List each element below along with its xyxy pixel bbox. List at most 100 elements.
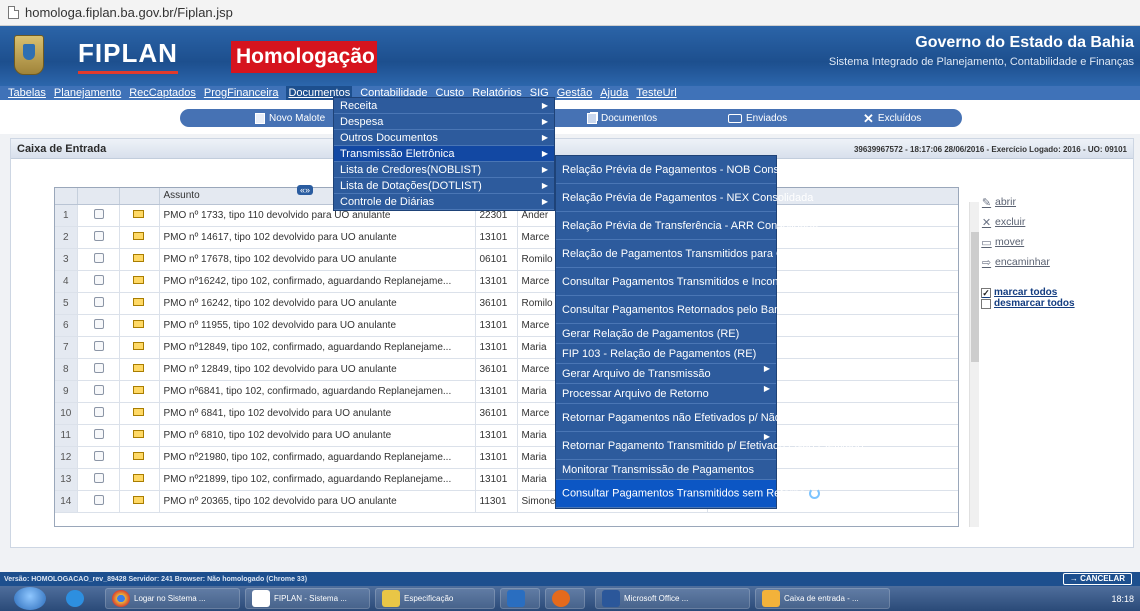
session-info: 39639967572 - 18:17:06 28/06/2016 - Exer…	[853, 145, 1127, 154]
row-uo: 13101	[475, 314, 518, 337]
clock[interactable]: 18:18	[1111, 594, 1134, 604]
submenu-item-inconsistencias[interactable]: Consultar Pagamentos Transmitidos e Inco…	[556, 268, 827, 296]
menu-testeurl[interactable]: TesteUrl	[636, 86, 676, 100]
table-row[interactable]: 5 PMO nº 16242, tipo 102 devolvido para U…	[55, 292, 958, 315]
checkbox-cell[interactable]	[77, 314, 120, 337]
menu-tabelas[interactable]: Tabelas	[8, 86, 46, 100]
row-checkbox[interactable]	[93, 208, 104, 219]
table-row[interactable]: 14 PMO nº 20365, tipo 102 devolvido para …	[55, 490, 958, 513]
submenu-item-retornar-nao-efetivados[interactable]: Retornar Pagamentos não Efetivados p/ Nã…	[556, 404, 841, 432]
table-row[interactable]: 7 PMO nº12849, tipo 102, confirmado, agua…	[55, 336, 958, 359]
menu-planejamento[interactable]: Planejamento	[54, 86, 121, 100]
url-text[interactable]: homologa.fiplan.ba.gov.br/Fiplan.jsp	[25, 5, 233, 20]
menu-item-controle-diarias[interactable]: Controle de Diárias ▶	[334, 194, 554, 210]
taskbar-fiplan[interactable]: FIPLAN - Sistema ...	[245, 588, 370, 609]
menu-item-transmissao-eletronica[interactable]: Transmissão Eletrônica ▶	[334, 146, 554, 162]
submenu-item-gerar-arquivo[interactable]: Gerar Arquivo de Transmissão ▶	[556, 364, 776, 384]
taskbar-office[interactable]: Microsoft Office ...	[595, 588, 750, 609]
collapse-arrows-icon[interactable]: «»	[297, 185, 313, 195]
submenu-item-sem-retorno[interactable]: Consultar Pagamentos Transmitidos sem Re…	[556, 480, 821, 508]
row-checkbox[interactable]	[93, 428, 104, 439]
checkbox-cell[interactable]	[77, 204, 120, 227]
checkbox-cell[interactable]	[77, 468, 120, 491]
menu-item-lista-dotacoes[interactable]: Lista de Dotações(DOTLIST) ▶	[334, 178, 554, 194]
row-checkbox[interactable]	[93, 340, 104, 351]
taskbar-chrome-logar[interactable]: Logar no Sistema ...	[105, 588, 240, 609]
status-cell	[119, 226, 160, 249]
table-row[interactable]: 8 PMO nº 12849, tipo 102 devolvido para U…	[55, 358, 958, 381]
submenu-item-retornar-transmitido[interactable]: Retornar Pagamento Transmitido p/ Efetiv…	[556, 432, 863, 460]
row-checkbox[interactable]	[93, 494, 104, 505]
submenu-item-conciliacao[interactable]: Relação de Pagamentos Transmitidos para …	[556, 240, 833, 268]
scrollbar-thumb[interactable]	[971, 232, 979, 362]
taskbar-app-1[interactable]	[500, 588, 540, 609]
submenu-item-monitorar[interactable]: Monitorar Transmissão de Pagamentos	[556, 460, 776, 480]
sent-button[interactable]: Enviados	[728, 109, 787, 127]
row-checkbox[interactable]	[93, 318, 104, 329]
row-number: 4	[55, 270, 78, 293]
submenu-item-processar-retorno[interactable]: Processar Arquivo de Retorno ▶	[556, 384, 776, 404]
taskbar-outlook[interactable]: Caixa de entrada - ...	[755, 588, 890, 609]
row-checkbox[interactable]	[93, 252, 104, 263]
taskbar-especificacao[interactable]: Especificação	[375, 588, 495, 609]
checkbox-cell[interactable]	[77, 424, 120, 447]
system-tray: 18:18	[1111, 586, 1134, 611]
menu-ajuda[interactable]: Ajuda	[600, 86, 628, 100]
row-checkbox[interactable]	[93, 450, 104, 461]
submenu-item-fip103[interactable]: FIP 103 - Relação de Pagamentos (RE)	[556, 344, 776, 364]
row-checkbox[interactable]	[93, 230, 104, 241]
menu-progfinanceira[interactable]: ProgFinanceira	[204, 86, 279, 100]
forward-link[interactable]: ⇨ encaminhar	[981, 252, 1121, 272]
table-row[interactable]: 13 PMO nº21899, tipo 102, confirmado, agu…	[55, 468, 958, 491]
open-link[interactable]: ✎ abrir	[981, 192, 1121, 212]
delete-link[interactable]: ✕ excluir	[981, 212, 1121, 232]
submenu-item-arr[interactable]: Relação Prévia de Transferência - ARR Co…	[556, 212, 818, 240]
table-row[interactable]: 9 PMO nº6841, tipo 102, confirmado, aguar…	[55, 380, 958, 403]
documents-button[interactable]: Documentos	[587, 109, 657, 127]
submenu-item-gerar-re[interactable]: Gerar Relação de Pagamentos (RE)	[556, 324, 776, 344]
ie-icon[interactable]	[60, 588, 98, 609]
menu-item-lista-credores[interactable]: Lista de Credores(NOBLIST) ▶	[334, 162, 554, 178]
new-pouch-button[interactable]: Novo Malote	[255, 109, 325, 127]
checkbox-cell[interactable]	[77, 490, 120, 513]
menu-reccaptados[interactable]: RecCaptados	[129, 86, 196, 100]
checkbox-cell[interactable]	[77, 402, 120, 425]
move-link[interactable]: ▭ mover	[981, 232, 1121, 252]
checkbox-cell[interactable]	[77, 336, 120, 359]
submenu-item-nob[interactable]: Relação Prévia de Pagamentos - NOB Conso…	[556, 156, 815, 184]
checkbox-cell[interactable]	[77, 292, 120, 315]
row-checkbox[interactable]	[93, 472, 104, 483]
select-all-link[interactable]: ✓ marcar todos	[981, 287, 1075, 298]
table-row[interactable]: 2 PMO nº 14617, tipo 102 devolvido para U…	[55, 226, 958, 249]
checkbox-cell[interactable]	[77, 226, 120, 249]
menu-gestao[interactable]: Gestão	[557, 86, 592, 100]
checkbox-cell[interactable]	[77, 380, 120, 403]
row-checkbox[interactable]	[93, 406, 104, 417]
status-bar: Versão: HOMOLOGACAO_rev_89428 Servidor: …	[0, 572, 1140, 586]
menu-item-receita[interactable]: Receita ▶	[334, 98, 554, 114]
browser-address-bar[interactable]: homologa.fiplan.ba.gov.br/Fiplan.jsp	[0, 0, 1140, 26]
checkbox-cell[interactable]	[77, 446, 120, 469]
row-assunto: PMO nº21980, tipo 102, confirmado, aguar…	[159, 446, 476, 469]
deleted-button[interactable]: ✕ Excluídos	[863, 109, 921, 127]
cancel-button[interactable]: → CANCELAR	[1062, 573, 1132, 585]
checkbox-cell[interactable]	[77, 248, 120, 271]
header-status[interactable]	[119, 188, 160, 205]
grid-scrollbar[interactable]	[969, 202, 979, 527]
submenu-item-retornados-banco[interactable]: Consultar Pagamentos Retornados pelo Ban…	[556, 296, 792, 324]
row-checkbox[interactable]	[93, 384, 104, 395]
submenu-item-nex[interactable]: Relação Prévia de Pagamentos - NEX Conso…	[556, 184, 813, 212]
unread-envelope-icon	[132, 297, 144, 306]
table-row[interactable]: 6 PMO nº 11955, tipo 102 devolvido para U…	[55, 314, 958, 337]
checkbox-cell[interactable]	[77, 358, 120, 381]
header-check[interactable]	[77, 188, 120, 205]
deselect-all-link[interactable]: desmarcar todos	[981, 298, 1075, 309]
row-checkbox[interactable]	[93, 362, 104, 373]
taskbar-app-2[interactable]	[545, 588, 585, 609]
start-button[interactable]	[14, 587, 46, 610]
row-checkbox[interactable]	[93, 296, 104, 307]
row-checkbox[interactable]	[93, 274, 104, 285]
menu-item-despesa[interactable]: Despesa ▶	[334, 114, 554, 130]
menu-item-outros-documentos[interactable]: Outros Documentos ▶	[334, 130, 554, 146]
checkbox-cell[interactable]	[77, 270, 120, 293]
